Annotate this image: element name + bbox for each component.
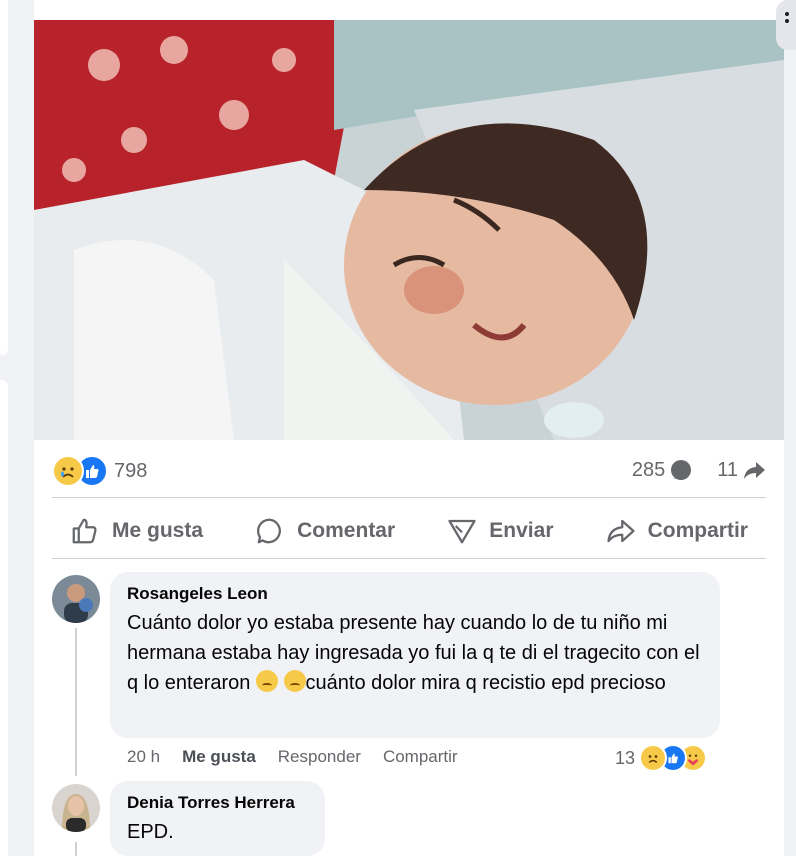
comment-text: Cuánto dolor yo estaba presente hay cuan… xyxy=(127,612,700,694)
comment-icon xyxy=(257,518,282,544)
comment-button[interactable]: Comentar xyxy=(237,509,413,553)
divider-bottom xyxy=(52,558,766,559)
post-stats: 285 11 xyxy=(632,458,766,482)
comment-count[interactable]: 285 xyxy=(632,459,665,482)
post-action-bar: Me gusta Comentar Enviar Compartir xyxy=(52,507,766,555)
divider-top xyxy=(52,497,766,498)
comment-like-button[interactable]: Me gusta xyxy=(182,747,256,767)
pleading-emoji-icon xyxy=(283,670,306,692)
like-button-label: Me gusta xyxy=(112,519,204,542)
avatar[interactable] xyxy=(52,575,100,623)
comment-thread-line xyxy=(75,842,77,856)
comment-bubble: Denia Torres Herrera EPD. xyxy=(110,781,325,856)
disappointed-emoji-icon xyxy=(255,670,278,692)
send-button-label: Enviar xyxy=(489,519,554,542)
share-button[interactable]: Compartir xyxy=(588,509,766,553)
comment-reaction-count: 13 xyxy=(615,747,636,768)
comment-meta: 20 h Me gusta Responder Compartir xyxy=(127,747,480,767)
share-icon xyxy=(607,519,635,543)
left-panel-edge-lower xyxy=(0,380,8,856)
comment-reply-button[interactable]: Responder xyxy=(278,747,361,767)
comment-author[interactable]: Rosangeles Leon xyxy=(127,584,704,604)
share-arrow-icon xyxy=(744,462,765,479)
avatar[interactable] xyxy=(52,784,100,832)
thumbs-up-icon xyxy=(72,518,97,544)
comment-bubble: Rosangeles Leon Cuánto dolor yo estaba p… xyxy=(110,572,720,738)
comment-reactions[interactable]: 13 xyxy=(615,744,708,772)
send-button[interactable]: Enviar xyxy=(429,509,571,553)
sad-reaction-icon xyxy=(639,744,668,772)
comment-author[interactable]: Denia Torres Herrera xyxy=(127,793,309,813)
comment-share-button[interactable]: Compartir xyxy=(383,747,458,767)
post-photo[interactable] xyxy=(34,20,784,440)
comment-text: EPD. xyxy=(127,821,174,843)
comment-bubble-icon xyxy=(671,460,692,480)
comment-button-label: Comentar xyxy=(297,519,396,542)
more-options-icon[interactable] xyxy=(784,12,790,26)
reaction-count: 798 xyxy=(114,459,148,482)
left-panel-edge xyxy=(0,0,8,355)
share-button-label: Compartir xyxy=(647,519,748,542)
comment-thread-line xyxy=(75,628,77,776)
send-icon xyxy=(448,519,476,544)
like-button[interactable]: Me gusta xyxy=(52,509,221,553)
comment-time[interactable]: 20 h xyxy=(127,747,160,767)
reaction-summary[interactable]: 798 xyxy=(52,455,147,487)
sad-reaction-icon xyxy=(52,455,84,487)
share-count[interactable]: 11 xyxy=(717,459,738,482)
baby-photo-image xyxy=(34,20,784,440)
